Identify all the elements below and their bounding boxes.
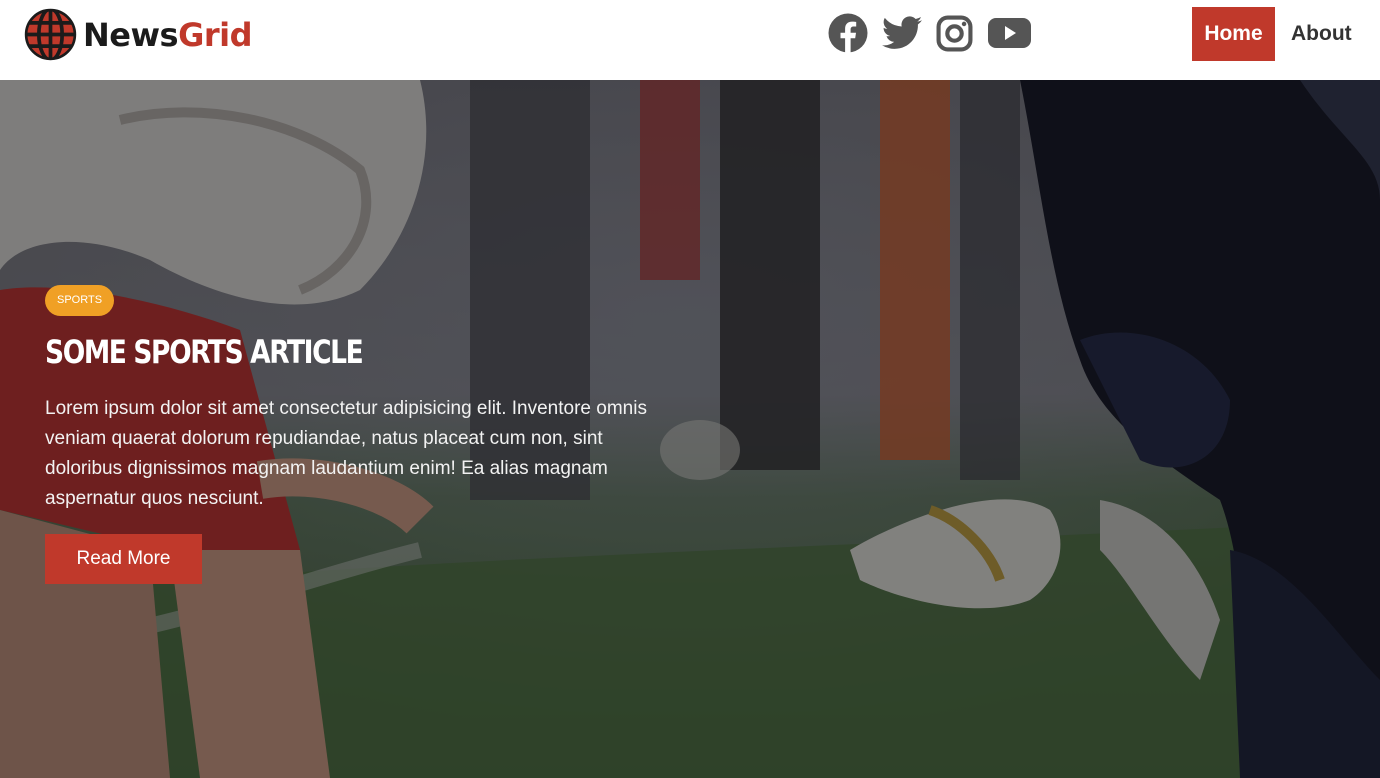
youtube-icon	[988, 18, 1031, 48]
instagram-icon	[936, 15, 973, 51]
twitter-link[interactable]	[882, 16, 922, 50]
site-logo[interactable]: NewsGrid	[24, 8, 253, 61]
top-navbar: NewsGrid Home About	[0, 0, 1380, 80]
globe-icon	[24, 8, 77, 61]
facebook-link[interactable]	[828, 13, 868, 53]
nav-about[interactable]: About	[1275, 7, 1368, 61]
main-nav: Home About	[1192, 7, 1368, 61]
read-more-button[interactable]: Read More	[45, 534, 202, 584]
article-excerpt: Lorem ipsum dolor sit amet consectetur a…	[45, 398, 647, 509]
article-title: SOME SPORTS ARTICLE	[45, 333, 364, 371]
facebook-icon	[828, 13, 868, 53]
logo-text-grid: Grid	[178, 15, 253, 54]
twitter-icon	[882, 16, 922, 49]
logo-text: NewsGrid	[83, 15, 253, 54]
hero-showcase: SPORTS SOME SPORTS ARTICLE Lorem ipsum d…	[0, 80, 1380, 778]
logo-text-news: News	[83, 15, 179, 54]
nav-home[interactable]: Home	[1192, 7, 1275, 61]
social-links	[828, 13, 1031, 53]
hero-article: SPORTS SOME SPORTS ARTICLE Lorem ipsum d…	[45, 285, 685, 584]
youtube-link[interactable]	[988, 18, 1031, 48]
instagram-link[interactable]	[936, 15, 973, 52]
category-badge[interactable]: SPORTS	[45, 285, 115, 316]
